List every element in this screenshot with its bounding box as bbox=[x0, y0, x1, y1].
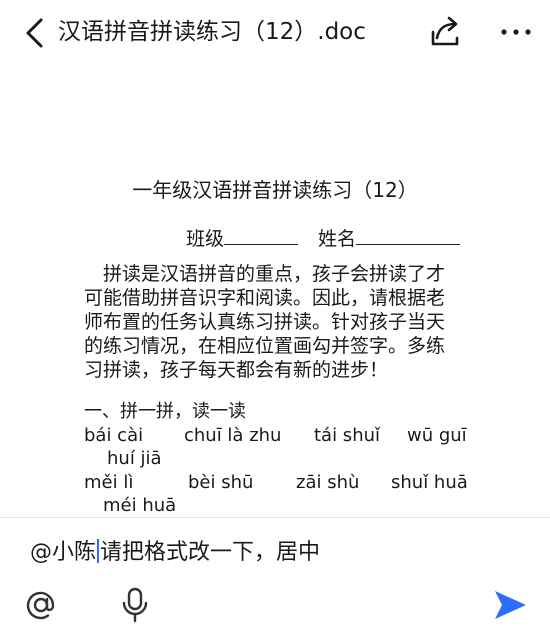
document-title: 汉语拼音拼读练习（12）.doc bbox=[58, 19, 366, 45]
paragraph-line: 的练习情况，在相应位置画勾并签字。多练 bbox=[84, 335, 446, 357]
send-icon[interactable] bbox=[492, 588, 528, 622]
share-icon[interactable] bbox=[428, 14, 462, 50]
instructions-paragraph: 拼读是汉语拼音的重点，孩子会拼读了才 可能借助拼音识字和阅读。因此，请根据老 师… bbox=[84, 262, 468, 382]
class-blank-line bbox=[224, 222, 299, 245]
pinyin-word: méi huā bbox=[103, 495, 177, 516]
name-label: 姓名 bbox=[318, 228, 357, 250]
pinyin-word: bái cài bbox=[84, 425, 144, 446]
student-info-fields: 班级 姓名 bbox=[186, 222, 461, 253]
text-cursor bbox=[97, 539, 100, 563]
comment-input-bar: @小陈 请把格式改一下，居中 bbox=[0, 517, 550, 635]
top-bar: 汉语拼音拼读练习（12）.doc bbox=[0, 0, 550, 66]
pinyin-word: zāi shù bbox=[296, 472, 360, 493]
worksheet-title: 一年级汉语拼音拼读练习（12） bbox=[132, 178, 418, 202]
name-blank-line bbox=[356, 222, 461, 245]
paragraph-line: 习拼读，孩子每天都会有新的进步！ bbox=[84, 359, 389, 381]
comment-text: 请把格式改一下，居中 bbox=[100, 540, 321, 565]
section-heading: 一、拼一拼，读一读 bbox=[84, 401, 246, 422]
pinyin-word: tái shuǐ bbox=[314, 425, 381, 446]
class-label: 班级 bbox=[186, 228, 225, 250]
comment-input[interactable]: @小陈 请把格式改一下，居中 bbox=[30, 538, 320, 568]
pinyin-word: měi lì bbox=[84, 472, 134, 493]
document-preview[interactable]: 一年级汉语拼音拼读练习（12） 班级 姓名 拼读是汉语拼音的重点，孩子会拼读了才 … bbox=[0, 66, 550, 516]
paragraph-line: 可能借助拼音识字和阅读。因此，请根据老 bbox=[84, 287, 446, 309]
paragraph-line: 拼读是汉语拼音的重点，孩子会拼读了才 bbox=[103, 263, 446, 285]
send-icon-shape bbox=[495, 591, 526, 619]
pinyin-word: wū guī bbox=[407, 425, 467, 446]
microphone-icon[interactable] bbox=[118, 586, 152, 624]
more-icon[interactable] bbox=[498, 20, 534, 44]
at-icon[interactable] bbox=[24, 588, 58, 622]
pinyin-word: chuī là zhu bbox=[184, 425, 282, 446]
back-icon[interactable] bbox=[22, 16, 46, 50]
pinyin-word: huí jiā bbox=[107, 448, 162, 469]
pinyin-word: bèi shū bbox=[188, 472, 254, 493]
pinyin-word: shuǐ huā bbox=[391, 472, 468, 493]
mention-tag[interactable]: @小陈 bbox=[30, 540, 96, 565]
paragraph-line: 师布置的任务认真练习拼读。针对孩子当天 bbox=[84, 311, 446, 333]
